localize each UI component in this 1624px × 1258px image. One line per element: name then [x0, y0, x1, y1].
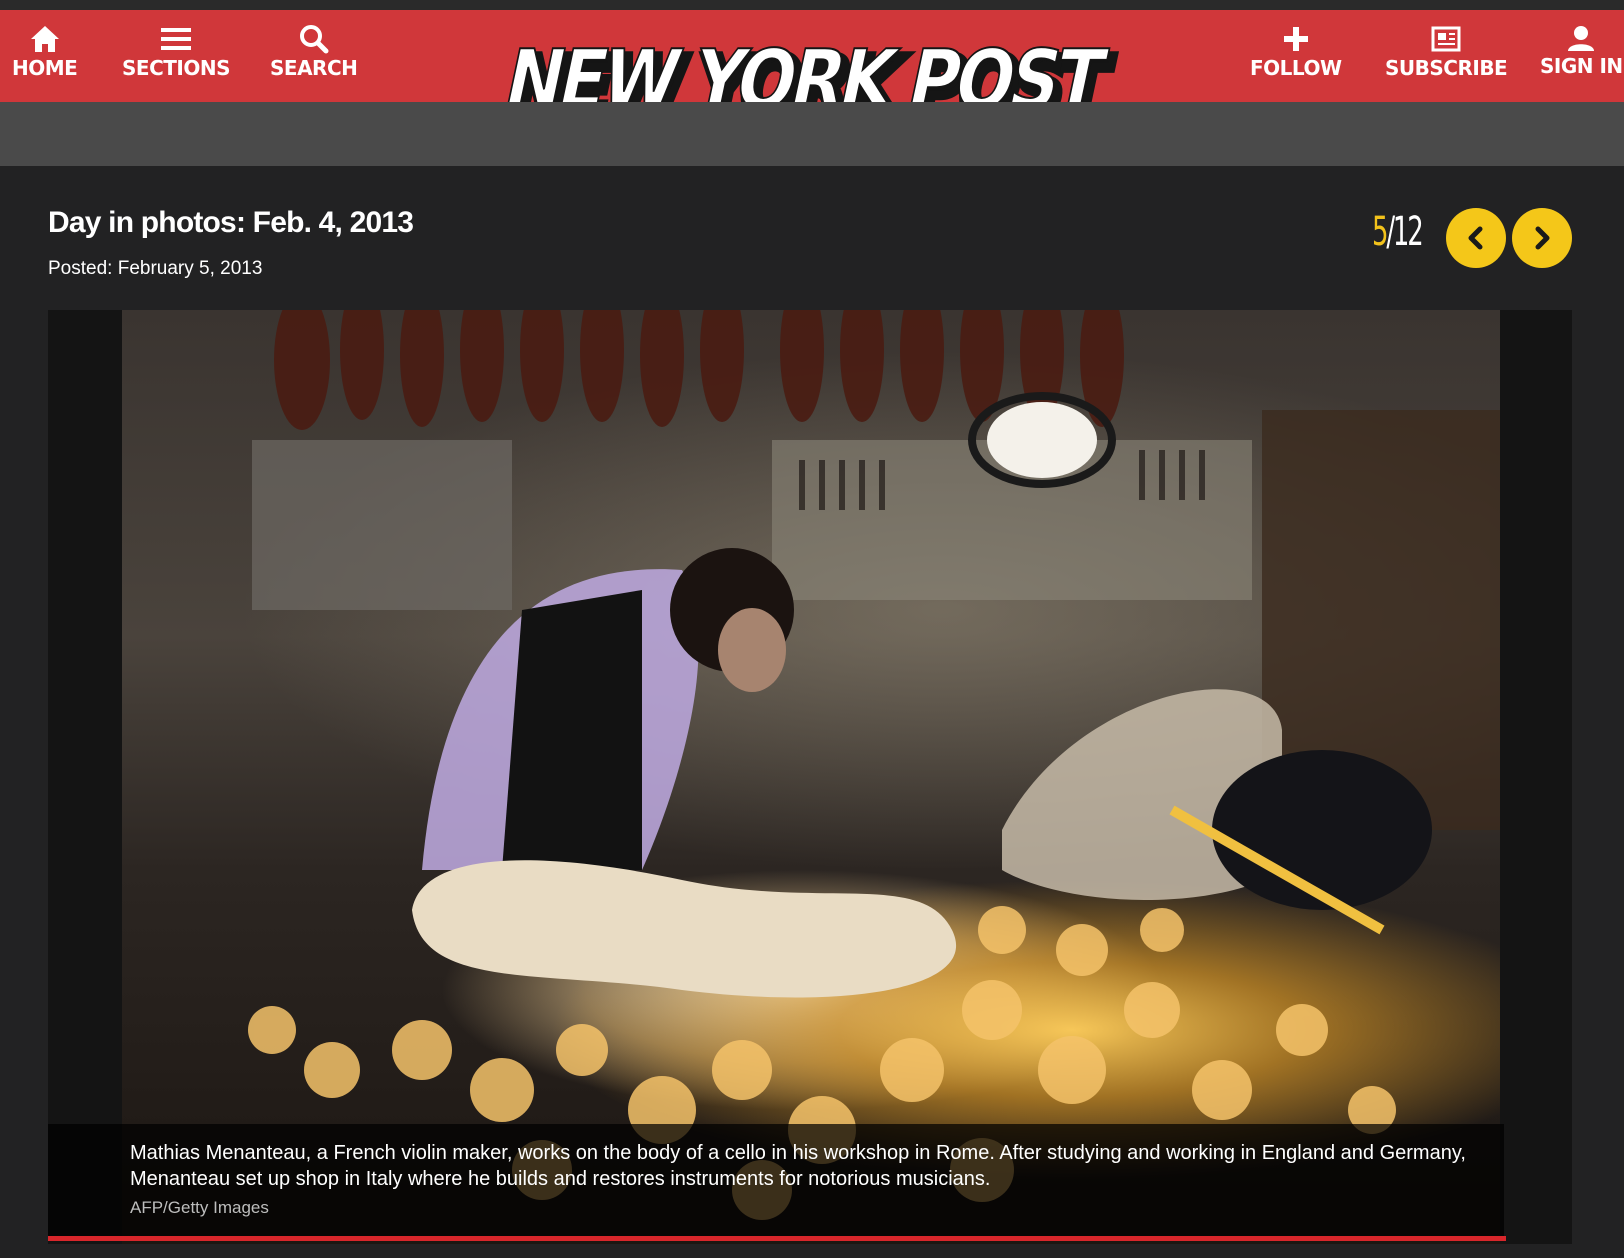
caption-progress-line — [48, 1236, 1506, 1241]
nav-sign-in[interactable]: SIGN IN — [1540, 24, 1623, 78]
nav-subscribe[interactable]: SUBSCRIBE — [1385, 24, 1508, 80]
home-icon — [30, 26, 59, 52]
search-icon — [299, 25, 329, 54]
top-strip — [0, 0, 1624, 10]
posted-date: Posted: February 5, 2013 — [48, 258, 263, 279]
total-slides: 12 — [1392, 209, 1424, 255]
sub-navigation-bar — [0, 102, 1624, 166]
user-icon — [1568, 26, 1595, 51]
photo-caption: Mathias Menanteau, a French violin maker… — [130, 1142, 1466, 1190]
nav-follow-label: FOLLOW — [1250, 56, 1342, 80]
site-header: HOME SECTIONS SEARCH FOLLOW SUBSCRIBE SI… — [0, 10, 1624, 128]
nav-sign-in-label: SIGN IN — [1540, 54, 1623, 78]
nav-sections[interactable]: SECTIONS — [122, 24, 230, 80]
menu-icon — [160, 28, 191, 50]
previous-slide-button[interactable] — [1446, 208, 1506, 268]
gallery-photo[interactable] — [122, 310, 1500, 1244]
next-slide-button[interactable] — [1512, 208, 1572, 268]
nav-home-label: HOME — [12, 56, 78, 80]
nav-home[interactable]: HOME — [12, 24, 78, 80]
nav-subscribe-label: SUBSCRIBE — [1385, 56, 1508, 80]
nav-follow[interactable]: FOLLOW — [1250, 24, 1342, 80]
photo-illustration — [248, 310, 1500, 1220]
chevron-right-icon — [1535, 226, 1550, 250]
nav-search[interactable]: SEARCH — [270, 24, 358, 80]
photo-credit: AFP/Getty Images — [130, 1198, 269, 1217]
slide-counter: 5/12 — [1372, 209, 1424, 255]
nav-sections-label: SECTIONS — [122, 56, 230, 80]
gallery-title: Day in photos: Feb. 4, 2013 — [48, 206, 414, 239]
plus-icon — [1283, 27, 1308, 51]
current-slide: 5 — [1372, 209, 1388, 255]
newspaper-icon — [1431, 26, 1461, 52]
chevron-left-icon — [1468, 226, 1483, 250]
nav-search-label: SEARCH — [270, 56, 358, 80]
